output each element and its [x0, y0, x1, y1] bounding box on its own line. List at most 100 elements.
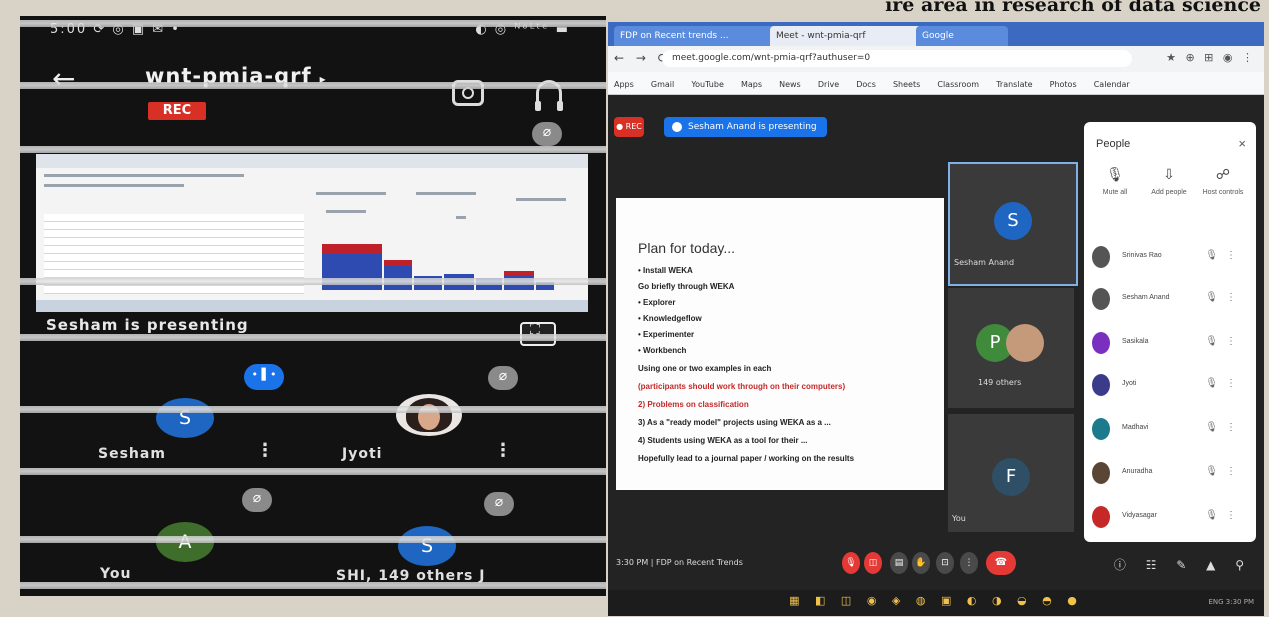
- participant-controls-icon[interactable]: 🎙⋮: [1205, 422, 1244, 433]
- status-right: ◐ ◎ ᴺᵒᴸᵗᵉ ▬: [475, 22, 570, 37]
- bookmark-item[interactable]: YouTube: [691, 80, 724, 89]
- address-bar: ← → ⟳ meet.google.com/wnt-pmia-qrf?authu…: [608, 46, 1264, 72]
- system-tray: ENG 3:30 PM: [1208, 598, 1254, 606]
- participant-row[interactable]: Jyoti 🎙⋮: [1092, 370, 1252, 400]
- thumb-name: You: [952, 514, 966, 523]
- slide-line: • Explorer: [638, 298, 676, 307]
- extension-icons[interactable]: ★ ⊕ ⊞ ◉ ⋮: [1166, 51, 1256, 64]
- slide-title: Plan for today...: [638, 240, 736, 256]
- bookmark-item[interactable]: Sheets: [893, 80, 920, 89]
- avatar: [1092, 374, 1110, 396]
- avatar: [1092, 418, 1110, 440]
- side-panel-icons[interactable]: ⓘ ☷ ✎ ▲ ⚲: [1114, 556, 1252, 573]
- participant-row[interactable]: Anuradha 🎙⋮: [1092, 458, 1252, 488]
- thumb-name: 149 others: [978, 378, 1022, 387]
- back-arrow-icon[interactable]: ←: [52, 62, 75, 95]
- camera-off-button[interactable]: ◫: [864, 552, 882, 574]
- avatar: [1092, 288, 1110, 310]
- taskbar-app-icons[interactable]: ▦ ◧ ◫ ◉ ◈ ◍ ▣ ◐ ◑ ◒ ◓ ●: [608, 594, 1264, 607]
- participant-row[interactable]: Vidyasagar 🎙⋮: [1092, 502, 1252, 532]
- browser-tab[interactable]: FDP on Recent trends ...: [614, 26, 776, 46]
- leave-call-button[interactable]: ☎: [986, 551, 1016, 575]
- bookmark-item[interactable]: Drive: [818, 80, 839, 89]
- mute-all-button[interactable]: 🎙 Mute all: [1090, 166, 1140, 196]
- participant-row[interactable]: Sesham Anand 🎙⋮: [1092, 284, 1252, 314]
- captions-button[interactable]: ▤: [890, 552, 908, 574]
- browser-tab-active[interactable]: Meet - wnt-pmia-qrf: [770, 26, 922, 46]
- participant-controls-icon[interactable]: 🎙⋮: [1205, 250, 1244, 261]
- participant-controls-icon[interactable]: 🎙⋮: [1205, 510, 1244, 521]
- slide-line: 2) Problems on classification: [638, 400, 749, 409]
- avatar: S: [994, 202, 1032, 240]
- tile-name-you: You: [100, 566, 132, 582]
- host-controls-icon: ☍: [1215, 166, 1231, 182]
- bookmark-item[interactable]: Apps: [614, 80, 634, 89]
- bookmark-item[interactable]: Photos: [1050, 80, 1077, 89]
- more-options-icon[interactable]: ⋮: [256, 440, 274, 461]
- participant-row[interactable]: Sasikala 🎙⋮: [1092, 328, 1252, 358]
- screen-share-view[interactable]: [36, 154, 588, 312]
- slide-line: Hopefully lead to a journal paper / work…: [638, 454, 855, 463]
- avatar-you: A: [156, 522, 214, 562]
- phone-meet-screen: 5:00 ⟳ ◎ ▣ ✉ • ◐ ◎ ᴺᵒᴸᵗᵉ ▬ ← wnt-pmia-qr…: [20, 16, 606, 596]
- close-icon[interactable]: ×: [1238, 136, 1246, 151]
- mic-off-icon: [488, 366, 518, 390]
- tile-name-sesham: Sesham: [98, 446, 166, 462]
- people-panel-title: People: [1096, 138, 1131, 150]
- presenting-chip[interactable]: Sesham Anand is presenting: [664, 117, 827, 137]
- slide-line: • Install WEKA: [638, 266, 693, 275]
- participant-thumb[interactable]: F You: [948, 414, 1074, 532]
- participant-controls-icon[interactable]: 🎙⋮: [1205, 336, 1244, 347]
- avatar: [1092, 506, 1110, 528]
- host-controls-button[interactable]: ☍ Host controls: [1198, 166, 1248, 196]
- fullscreen-icon[interactable]: [520, 322, 556, 346]
- people-actions: 🎙 Mute all ⇩ Add people ☍ Host controls: [1084, 166, 1256, 216]
- bookmark-item[interactable]: Translate: [996, 80, 1032, 89]
- mic-off-button[interactable]: 🎙: [842, 552, 860, 574]
- participant-thumb[interactable]: S Sesham Anand: [948, 162, 1078, 286]
- participant-row[interactable]: Srinivas Rao 🎙⋮: [1092, 242, 1252, 272]
- participant-controls-icon[interactable]: 🎙⋮: [1205, 378, 1244, 389]
- add-people-button[interactable]: ⇩ Add people: [1144, 166, 1194, 196]
- add-person-icon: ⇩: [1163, 166, 1175, 182]
- slide-line: 4) Students using WEKA as a tool for the…: [638, 436, 808, 445]
- bookmarks-bar: Apps Gmail YouTube Maps News Drive Docs …: [608, 72, 1264, 95]
- slide-line: Using one or two examples in each: [638, 364, 772, 373]
- people-panel: People × 🎙 Mute all ⇩ Add people ☍ Host con…: [1084, 122, 1256, 542]
- meeting-code[interactable]: wnt-pmia-qrf ▸: [145, 64, 327, 88]
- participant-controls-icon[interactable]: 🎙⋮: [1205, 466, 1244, 477]
- url-input[interactable]: meet.google.com/wnt-pmia-qrf?authuser=0: [662, 50, 1132, 67]
- bookmark-item[interactable]: Docs: [856, 80, 876, 89]
- bookmark-item[interactable]: Calendar: [1094, 80, 1130, 89]
- recording-indicator-icon: ● REC: [614, 117, 644, 137]
- more-options-icon[interactable]: ⋮: [494, 440, 512, 461]
- bookmark-item[interactable]: News: [779, 80, 801, 89]
- slide-line: • Knowledgeflow: [638, 314, 702, 323]
- browser-tab-strip: FDP on Recent trends ... Meet - wnt-pmia…: [608, 22, 1264, 46]
- participant-name: Madhavi: [1122, 424, 1149, 431]
- windows-taskbar: ▦ ◧ ◫ ◉ ◈ ◍ ▣ ◐ ◑ ◒ ◓ ● ENG 3:30 PM: [608, 590, 1264, 616]
- participant-controls-icon[interactable]: 🎙⋮: [1205, 292, 1244, 303]
- switch-camera-icon[interactable]: [452, 80, 484, 106]
- presenter-mic-off-icon: [532, 122, 562, 146]
- participant-thumb[interactable]: P 149 others: [948, 288, 1074, 408]
- more-options-button[interactable]: ⋮: [960, 552, 978, 574]
- mic-icon: 🎙: [1106, 166, 1124, 182]
- present-button[interactable]: ⊡: [936, 552, 954, 574]
- bookmark-item[interactable]: Classroom: [937, 80, 979, 89]
- tile-name-others: SHI, 149 others J: [336, 568, 486, 584]
- avatar: [1092, 332, 1110, 354]
- meet-control-bar: 3:30 PM | FDP on Recent Trends 🎙 ◫ ▤ ✋ ⊡…: [608, 542, 1264, 586]
- presentation-slide: Plan for today... • Install WEKA Go brie…: [616, 198, 944, 490]
- audio-output-icon[interactable]: [535, 80, 563, 111]
- participant-name: Sesham Anand: [1122, 294, 1170, 301]
- participant-row[interactable]: Madhavi 🎙⋮: [1092, 414, 1252, 444]
- bookmark-item[interactable]: Gmail: [651, 80, 674, 89]
- avatar-others: S: [398, 526, 456, 566]
- raise-hand-button[interactable]: ✋: [912, 552, 930, 574]
- thumb-name: Sesham Anand: [954, 258, 1015, 267]
- browser-tab[interactable]: Google: [916, 26, 1008, 46]
- mic-off-icon: [242, 488, 272, 512]
- laptop-meet-screen: FDP on Recent trends ... Meet - wnt-pmia…: [608, 22, 1264, 616]
- bookmark-item[interactable]: Maps: [741, 80, 762, 89]
